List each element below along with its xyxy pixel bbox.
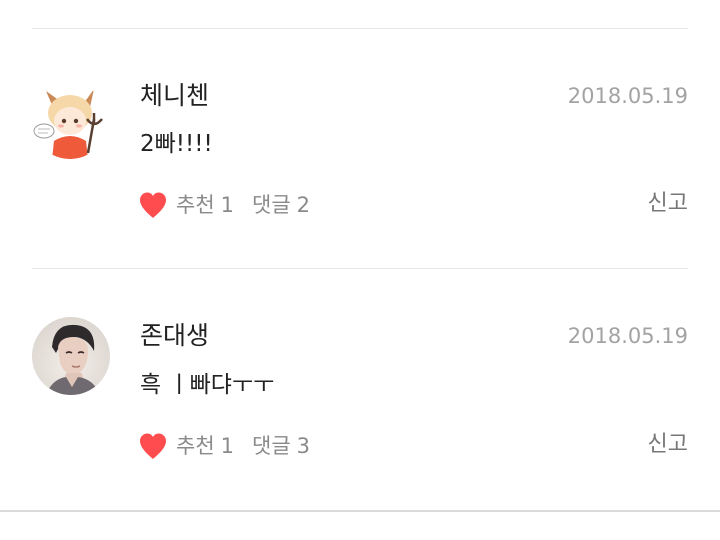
- devil-chibi-avatar-icon: [32, 83, 108, 159]
- user-avatar[interactable]: [32, 317, 110, 395]
- report-button[interactable]: 신고: [648, 191, 688, 217]
- comment-item: 존대생 2018.05.19 흑 ㅣ빠댜ㅜㅜ 추천 1 댓글 3 신고: [0, 269, 720, 509]
- heart-icon: [140, 433, 166, 459]
- comment-list: 체니첸 2018.05.19 2빠!!!! 추천 1 댓글 2 신고 존대생 2…: [0, 0, 720, 540]
- report-button[interactable]: 신고: [648, 432, 688, 458]
- list-bottom-divider: [0, 510, 720, 512]
- comment-text: 흑 ㅣ빠댜ㅜㅜ: [140, 372, 275, 398]
- reply-count: 2: [296, 193, 311, 217]
- comment-date: 2018.05.19: [567, 324, 688, 348]
- user-avatar[interactable]: [32, 83, 108, 159]
- profile-photo-avatar-icon: [32, 317, 110, 395]
- comment-text: 2빠!!!!: [140, 131, 213, 157]
- comment-date: 2018.05.19: [567, 84, 688, 108]
- reply-count: 3: [296, 434, 311, 458]
- like-count: 1: [220, 434, 235, 458]
- comment-nickname[interactable]: 존대생: [140, 321, 209, 351]
- like-label: 추천: [176, 434, 215, 458]
- comment-nickname[interactable]: 체니첸: [140, 81, 209, 111]
- like-count: 1: [220, 193, 235, 217]
- reply-button[interactable]: 댓글 3: [252, 433, 328, 459]
- heart-icon: [140, 192, 166, 218]
- comment-actions: 추천 1 댓글 2: [138, 191, 328, 219]
- like-label: 추천: [176, 193, 215, 217]
- reply-label: 댓글: [252, 434, 291, 458]
- reply-label: 댓글: [252, 193, 291, 217]
- like-button[interactable]: 추천 1: [138, 432, 252, 460]
- comment-actions: 추천 1 댓글 3: [138, 432, 328, 460]
- reply-button[interactable]: 댓글 2: [252, 192, 328, 218]
- like-button[interactable]: 추천 1: [138, 191, 252, 219]
- comment-item: 체니첸 2018.05.19 2빠!!!! 추천 1 댓글 2 신고: [0, 29, 720, 269]
